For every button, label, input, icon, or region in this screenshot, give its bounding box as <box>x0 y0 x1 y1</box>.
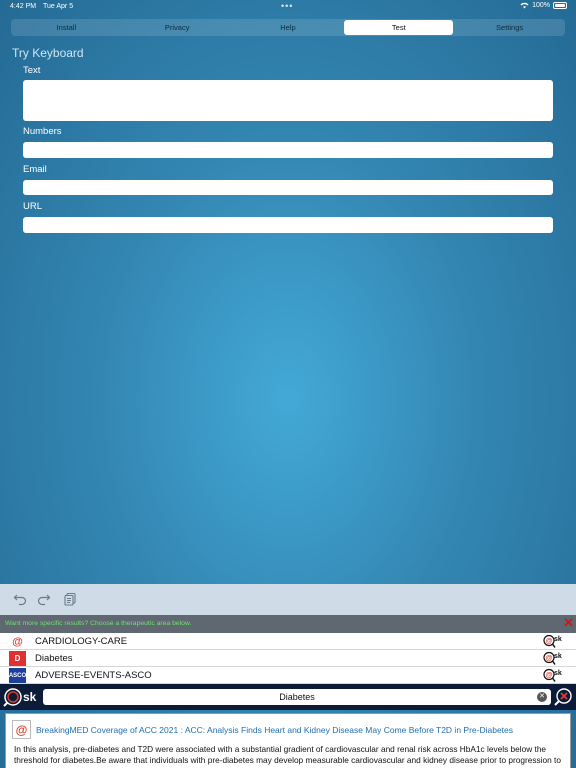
area-row-diabetes[interactable]: D Diabetes @ sk <box>0 650 576 667</box>
keyboard-toolbar <box>0 584 576 615</box>
area-row-asco[interactable]: ASCO ADVERSE-EVENTS-ASCO @ sk <box>0 667 576 684</box>
numbers-field-label: Numbers <box>23 126 62 137</box>
url-field-label: URL <box>23 201 43 212</box>
tab-install[interactable]: Install <box>12 20 121 35</box>
asco-logo-icon: ASCO <box>9 668 26 683</box>
tab-privacy[interactable]: Privacy <box>123 20 232 35</box>
svg-text:sk: sk <box>554 670 562 677</box>
text-field[interactable] <box>23 80 553 121</box>
tab-settings[interactable]: Settings <box>455 20 564 35</box>
ask-logo-icon[interactable]: sk <box>3 687 41 707</box>
status-time: 4:42 PM <box>10 3 37 10</box>
multitasking-dots-icon[interactable]: ••• <box>281 1 293 11</box>
battery-percent: 100% <box>532 2 550 9</box>
therapeutic-area-list: @ CARDIOLOGY-CARE @ sk D Diabetes @ sk ASC… <box>0 633 576 684</box>
page-title: Try Keyboard <box>12 46 84 60</box>
search-result-card[interactable]: @ BreakingMED Coverage of ACC 2021 : ACC… <box>5 713 571 768</box>
ask-search-bar: sk ✕ <box>0 684 576 710</box>
redo-icon[interactable] <box>37 592 51 606</box>
status-bar: 4:42 PM Tue Apr 5 ••• 100% <box>0 0 576 14</box>
ask-search-icon[interactable]: @ sk <box>542 634 566 649</box>
breakingmed-logo-icon: @ <box>12 720 31 739</box>
svg-text:sk: sk <box>554 653 562 660</box>
clear-search-icon[interactable]: ✕ <box>537 692 547 702</box>
therapeutic-prompt: Want more specific results? Choose a the… <box>5 620 192 627</box>
area-name: ADVERSE-EVENTS-ASCO <box>35 670 152 681</box>
email-field-label: Email <box>23 164 47 175</box>
diabetes-logo-icon: D <box>9 651 26 666</box>
result-title-link[interactable]: BreakingMED Coverage of ACC 2021 : ACC: … <box>36 725 513 735</box>
segmented-tabs: Install Privacy Help Test Settings <box>11 19 565 36</box>
area-row-cardiology[interactable]: @ CARDIOLOGY-CARE @ sk <box>0 633 576 650</box>
svg-text:@: @ <box>546 672 553 679</box>
tab-help[interactable]: Help <box>234 20 343 35</box>
cardiology-logo-icon: @ <box>9 634 26 649</box>
clipboard-icon[interactable] <box>63 592 77 606</box>
numbers-field[interactable] <box>23 142 553 158</box>
status-indicators: 100% <box>520 2 567 9</box>
area-name: Diabetes <box>35 653 73 664</box>
ask-search-icon[interactable]: @ sk <box>542 668 566 683</box>
status-date: Tue Apr 5 <box>43 3 74 10</box>
therapeutic-prompt-bar: Want more specific results? Choose a the… <box>0 615 576 633</box>
svg-text:@: @ <box>546 655 553 662</box>
ask-logo-text: sk <box>23 690 37 704</box>
url-field[interactable] <box>23 217 553 233</box>
wifi-icon <box>520 2 529 9</box>
svg-text:@: @ <box>546 638 553 645</box>
ask-search-input[interactable] <box>43 689 551 705</box>
cancel-search-icon[interactable] <box>553 687 573 707</box>
area-name: CARDIOLOGY-CARE <box>35 636 128 647</box>
close-icon[interactable]: ✕ <box>563 616 574 630</box>
text-field-label: Text <box>23 65 41 76</box>
svg-text:sk: sk <box>554 636 562 643</box>
ask-search-icon[interactable]: @ sk <box>542 651 566 666</box>
undo-icon[interactable] <box>13 592 27 606</box>
email-field[interactable] <box>23 180 553 195</box>
result-snippet: In this analysis, pre-diabetes and T2D w… <box>14 744 561 768</box>
battery-icon <box>553 2 567 9</box>
tab-test[interactable]: Test <box>344 20 454 35</box>
